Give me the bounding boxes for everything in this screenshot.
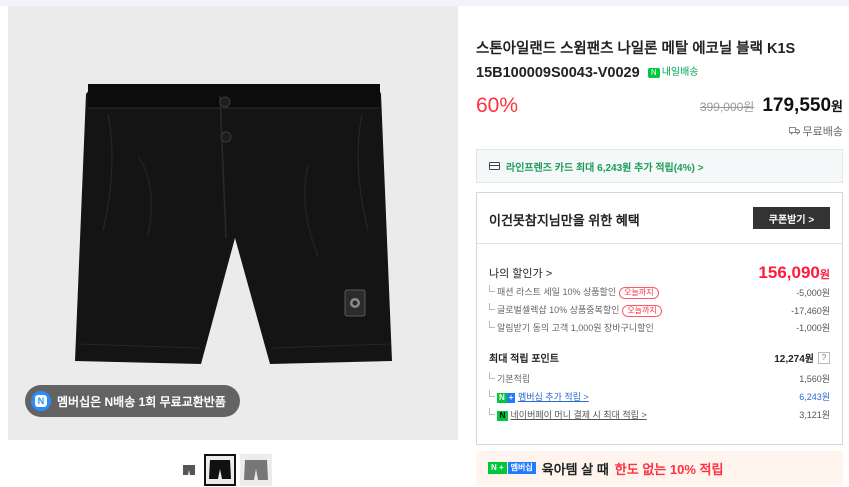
membership-exchange-text: 멤버십은 N배송 1회 무료교환반품 [57,394,226,409]
sale-price-unit: 원 [831,99,843,114]
discount-rate: 60% [476,94,519,117]
naver-n-icon: N [31,391,51,411]
thumb-shorts-icon [209,460,231,479]
benefit-header: 이건못참지님만을 위한 혜택 쿠폰받기 > [477,193,842,244]
price-group: 399,000원 179,550원 [700,95,843,117]
nplus-logo-text: N + [488,462,507,474]
sale-price-value: 179,550 [762,95,832,116]
nplus-icon: N + [497,393,516,403]
points-value: 12,274원? [774,350,830,365]
banner-text-b: 한도 없는 10% 적립 [614,461,724,477]
shorts-illustration [75,84,392,364]
discount-label: 글로벌셀렉샵 10% 상품중복할인 오늘까지 [489,303,662,317]
help-icon[interactable]: ? [818,351,830,364]
point-label: 기본적립 [489,372,530,385]
card-promo-text: 라인프렌즈 카드 최대 6,243원 추가 적립(4%) > [506,162,704,174]
parenting-promo-banner[interactable]: N + 멤버십 육아템 살 때 한도 없는 10% 적립 [476,451,843,485]
my-discount-amount: 156,090 [758,263,820,282]
naver-pay-icon: N [497,411,508,421]
card-promo-banner[interactable]: 라인프렌즈 카드 최대 6,243원 추가 적립(4%) > [476,149,843,183]
truck-icon: N [647,68,660,79]
original-price: 399,000원 [699,100,755,114]
discount-label: 패션 라스트 세일 10% 상품할인 오늘까지 [489,285,659,299]
my-discount-value: 156,090원 [758,263,830,283]
benefit-box: 이건못참지님만을 위한 혜택 쿠폰받기 > 나의 할인가 > 156,090원 … [476,192,843,445]
point-row[interactable]: N 네이버페이 머니 결제 시 최대 적립 > 3,121원 [489,408,830,421]
points-label: 최대 적립 포인트 [489,354,559,365]
benefit-title: 이건못참지님만을 위한 혜택 [489,213,640,228]
membership-exchange-badge: N 멤버십은 N배송 1회 무료교환반품 [25,385,240,417]
product-main-image[interactable]: N 멤버십은 N배송 1회 무료교환반품 [8,6,458,440]
discount-row: 알림받기 동의 고객 1,000원 장바구니할인 -1,000원 [489,321,830,334]
sale-price: 179,550원 [762,95,843,117]
points-row: 최대 적립 포인트 12,274원? [489,350,830,365]
membership-logo-text: 멤버십 [507,462,536,474]
banner-text-a: 육아템 살 때 [541,461,609,477]
point-label: N + 멤버십 추가 적립 > [489,390,589,403]
point-row[interactable]: N + 멤버십 추가 적립 > 6,243원 [489,390,830,403]
discount-value: -17,460원 [791,305,830,316]
point-label: N 네이버페이 머니 결제 시 최대 적립 > [489,408,647,421]
thumbnail-2[interactable] [204,454,236,486]
delivery-badge: N 내일배송 [647,61,699,85]
my-discount-unit: 원 [819,269,830,281]
product-title-text: 스톤아일랜드 스윔팬츠 나일론 메탈 에코닐 블랙 K1S 15B100009S… [476,41,796,81]
my-discount-label: 나의 할인가 > [489,268,553,280]
shipping-info: 무료배송 [788,123,843,139]
thumbnail-1[interactable] [178,459,200,481]
point-value: 1,560원 [799,374,830,384]
discount-label-text: 글로벌셀렉샵 10% 상품중복할인 [497,305,620,315]
discount-label: 알림받기 동의 고객 1,000원 장바구니할인 [489,321,654,334]
product-gallery: N 멤버십은 N배송 1회 무료교환반품 [8,6,458,486]
discount-row: 글로벌셀렉샵 10% 상품중복할인 오늘까지 -17,460원 [489,303,830,317]
discount-row: 패션 라스트 세일 10% 상품할인 오늘까지 -5,000원 [489,285,830,299]
discount-label-text: 패션 라스트 세일 10% 상품할인 [497,287,617,297]
credit-card-icon [489,162,500,170]
point-value: 3,121원 [799,410,830,420]
truck-icon [788,127,800,135]
point-row: 기본적립 1,560원 [489,372,830,385]
discount-value: -1,000원 [796,323,830,333]
thumb-shorts-icon [244,460,268,480]
coupon-button[interactable]: 쿠폰받기 > [753,207,830,229]
point-value: 6,243원 [799,392,830,402]
thumbnail-3[interactable] [240,454,272,486]
discount-value: -5,000원 [796,287,830,298]
delivery-badge-text: 내일배송 [661,67,699,79]
thumbnail-strip [178,454,272,486]
naverpay-points-link[interactable]: 네이버페이 머니 결제 시 최대 적립 > [511,410,647,420]
shipping-text: 무료배송 [802,126,843,138]
points-amount: 12,274원 [774,354,814,365]
thumb-shorts-icon [183,465,195,475]
membership-points-link[interactable]: 멤버십 추가 적립 > [518,392,589,402]
my-discount-row[interactable]: 나의 할인가 > 156,090원 [489,263,830,283]
today-only-tag: 오늘까지 [622,305,662,317]
product-title: 스톤아일랜드 스윔팬츠 나일론 메탈 에코닐 블랙 K1S 15B100009S… [476,37,846,85]
nplus-membership-icon: N + 멤버십 [488,462,536,474]
today-only-tag: 오늘까지 [619,287,659,299]
